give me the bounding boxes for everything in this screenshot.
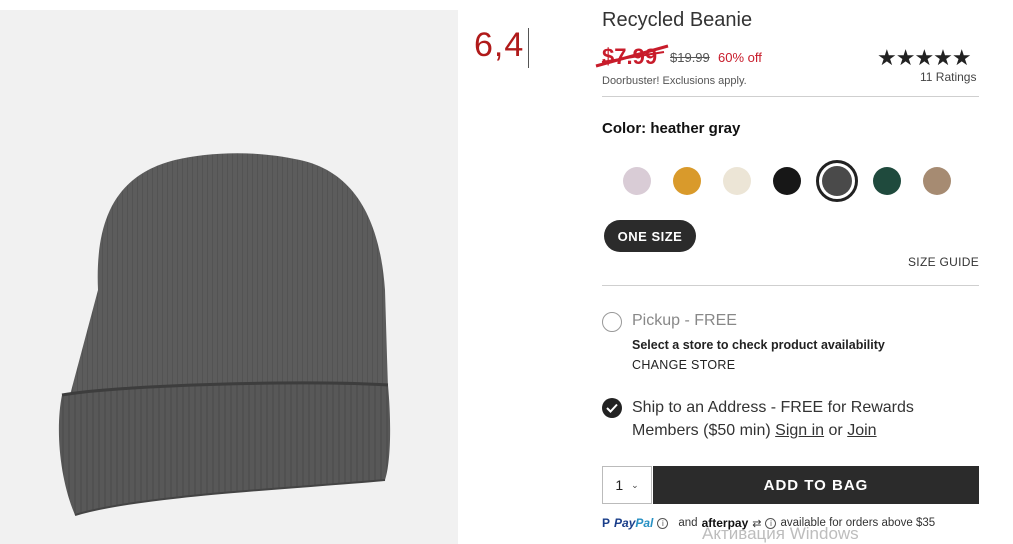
quantity-value: 1 — [615, 477, 624, 493]
or-text: or — [828, 422, 843, 439]
divider — [602, 96, 979, 97]
divider — [602, 285, 979, 286]
color-label: Color: heather gray — [602, 120, 741, 137]
color-swatch[interactable] — [862, 166, 912, 196]
sign-in-link[interactable]: Sign in — [775, 422, 824, 439]
swatch-color — [623, 167, 651, 195]
product-image — [0, 10, 458, 544]
product-title: Recycled Beanie — [602, 9, 753, 31]
store-availability-message: Select a store to check product availabi… — [632, 338, 885, 352]
swatch-color — [773, 167, 801, 195]
handwritten-annotation: 6,4 — [474, 26, 525, 64]
chevron-down-icon: ⌄ — [631, 479, 639, 490]
ratings-count-link[interactable]: 11 Ratings — [920, 70, 976, 84]
color-swatch[interactable] — [762, 166, 812, 196]
discount-label: 60% off — [718, 50, 762, 65]
change-store-link[interactable]: CHANGE STORE — [632, 358, 735, 372]
promo-note: Doorbuster! Exclusions apply. — [602, 75, 747, 87]
pickup-radio[interactable] — [602, 312, 622, 332]
swatch-color — [816, 160, 858, 202]
color-swatch[interactable] — [912, 166, 962, 196]
ship-to-address-label[interactable]: Ship to an Address - FREE for Rewards Me… — [632, 396, 952, 442]
pickup-label[interactable]: Pickup - FREE — [632, 312, 737, 330]
text-caret — [528, 28, 529, 68]
color-swatches — [612, 160, 962, 202]
color-swatch[interactable] — [612, 166, 662, 196]
rating-stars[interactable]: ★★★★★ — [877, 45, 972, 71]
and-text: and — [678, 517, 698, 529]
paypal-icon: P — [602, 516, 611, 530]
color-swatch[interactable] — [662, 166, 712, 196]
original-price: $19.99 — [670, 50, 710, 65]
ship-radio-checked[interactable] — [602, 398, 622, 418]
size-option-button[interactable]: ONE SIZE — [604, 220, 696, 252]
add-to-bag-button[interactable]: ADD TO BAG — [653, 466, 979, 504]
swatch-color — [923, 167, 951, 195]
checkmark-icon — [606, 403, 618, 413]
join-link[interactable]: Join — [847, 422, 876, 439]
color-swatch[interactable] — [712, 166, 762, 196]
info-icon[interactable]: i — [657, 517, 669, 529]
beanie-illustration — [58, 153, 391, 516]
swatch-color — [673, 167, 701, 195]
windows-activation-watermark: Активация Windows — [702, 524, 859, 543]
swatch-color — [873, 167, 901, 195]
color-swatch[interactable] — [812, 160, 862, 202]
quantity-select[interactable]: 1 ⌄ — [602, 466, 652, 504]
price-strike-annotation — [595, 44, 669, 68]
swatch-color — [723, 167, 751, 195]
paypal-logo: PayPal — [614, 516, 654, 530]
size-guide-link[interactable]: SIZE GUIDE — [908, 255, 979, 269]
